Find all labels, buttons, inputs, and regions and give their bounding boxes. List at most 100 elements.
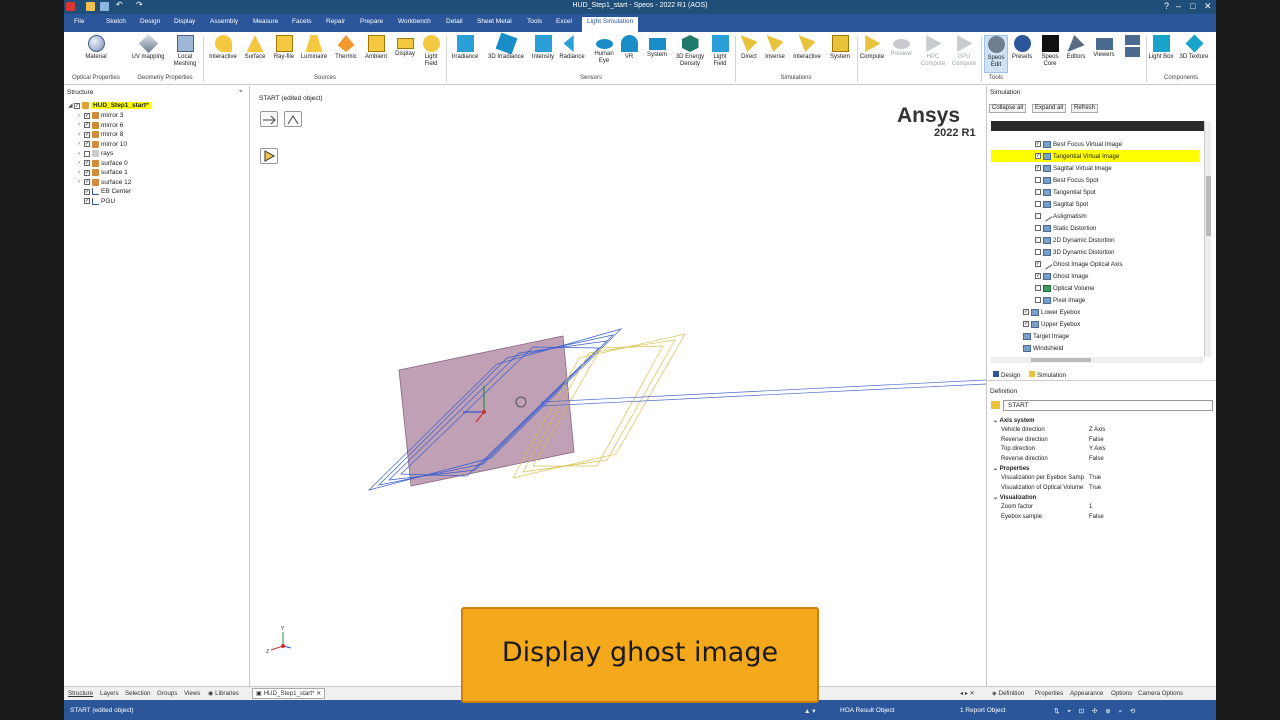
sim-item-selected[interactable]: ✓ Tangential Virtual Image (991, 150, 1199, 162)
menu-excel[interactable]: Excel (556, 18, 572, 25)
direct-simulation-button[interactable]: Direct (738, 35, 760, 61)
property-row[interactable]: Top direction Y Axis (1001, 446, 1211, 456)
system-simulation-button[interactable]: System (826, 35, 854, 61)
tree-item[interactable]: ✓ PGU (84, 197, 115, 206)
editors-button[interactable]: Editors (1064, 35, 1088, 61)
tab-scroll-arrows[interactable]: ◂ ▸ ✕ (960, 690, 975, 697)
checkbox[interactable] (1035, 201, 1041, 207)
hpc-compute-button[interactable]: HPC Compute (919, 35, 947, 67)
property-row[interactable]: Reverse direction False (1001, 437, 1211, 447)
sim-item[interactable]: Pixel Image (991, 294, 1199, 306)
checkbox[interactable]: ✓ (1035, 141, 1041, 147)
radiance-button[interactable]: Radiance (558, 35, 586, 61)
checkbox[interactable]: ✓ (1035, 273, 1041, 279)
tab-design[interactable]: Design (993, 371, 1020, 379)
ray-file-button[interactable]: Ray-file (270, 35, 298, 61)
presets-button[interactable]: Presets (1010, 35, 1034, 61)
checkbox[interactable]: ✓ (84, 188, 90, 195)
tree-item[interactable]: › ✓ mirror 6 (78, 121, 123, 130)
property-value[interactable]: False (1089, 437, 1104, 443)
checkbox[interactable]: ✓ (1035, 165, 1041, 171)
simulation-tree-scrollbar[interactable] (1204, 121, 1211, 357)
close-icon[interactable]: ✕ (1204, 1, 1212, 12)
checkbox[interactable]: ✓ (1035, 153, 1041, 159)
menu-display[interactable]: Display (174, 18, 195, 25)
menu-design[interactable]: Design (140, 18, 160, 25)
sim-item[interactable]: ✓ Lower Eyebox (991, 306, 1199, 318)
preview-button[interactable]: Preview (888, 35, 914, 58)
checkbox[interactable]: ✓ (84, 122, 90, 128)
checkbox[interactable] (1035, 189, 1041, 195)
sim-item[interactable]: 2D Dynamic Distortion (991, 234, 1199, 246)
tab-camera-options[interactable]: Camera Options (1138, 690, 1183, 697)
light-field-source-button[interactable]: Light Field (419, 35, 443, 67)
tree-item[interactable]: › rays (78, 149, 113, 158)
property-row[interactable]: Visualization of Optical Volume True (1001, 485, 1211, 495)
menu-prepare[interactable]: Prepare (360, 18, 383, 25)
category-visualization[interactable]: ⌄ Visualization (993, 494, 1036, 501)
speos-core-button[interactable]: Speos Core (1038, 35, 1062, 67)
property-row[interactable]: Eyebox sample False (1001, 514, 1211, 524)
luminaire-button[interactable]: Luminaire (298, 35, 330, 61)
tab-libraries[interactable]: ◉ Libraries (208, 690, 239, 697)
property-value[interactable]: Y Axis (1089, 446, 1106, 452)
property-value[interactable]: False (1089, 514, 1104, 520)
compute-button[interactable]: Compute (859, 35, 885, 61)
checkbox[interactable] (1035, 249, 1041, 255)
view-tools-icons[interactable]: ⇅ ⌖ ⊡ ✣ ⊕ ⌕ ⟲ (1054, 707, 1138, 716)
ambient-button[interactable]: Ambient (362, 35, 390, 61)
sim-item[interactable]: Astigmatism (991, 210, 1199, 222)
tab-layers[interactable]: Layers (100, 690, 119, 697)
category-properties[interactable]: ⌄ Properties (993, 465, 1029, 472)
property-row[interactable]: Reverse direction False (1001, 456, 1211, 466)
sim-item[interactable]: ✓ Upper Eyebox (991, 318, 1199, 330)
menu-detail[interactable]: Detail (446, 18, 463, 25)
property-row[interactable]: Vehicle direction Z Axis (1001, 427, 1211, 437)
checkbox[interactable]: ✓ (84, 179, 90, 185)
tab-properties[interactable]: Properties (1035, 690, 1063, 697)
property-value[interactable]: True (1089, 485, 1101, 491)
checkbox[interactable] (1035, 225, 1041, 231)
3d-viewport[interactable]: START (edited object) Ansys 2022 R1 Y Z (251, 86, 986, 686)
minimize-icon[interactable]: – (1176, 1, 1181, 11)
definition-name-field[interactable]: START (1003, 400, 1213, 411)
3d-texture-button[interactable]: 3D Texture (1176, 34, 1212, 61)
tree-item-root[interactable]: ◢ ✓ HUD_Step1_start* (68, 101, 151, 110)
uv-mapping-button[interactable]: UV mapping (128, 33, 168, 61)
tree-item[interactable]: › ✓ surface 1 (78, 168, 128, 177)
in-out-button[interactable] (1122, 35, 1142, 59)
hscrollbar-thumb[interactable] (1031, 358, 1091, 362)
checkbox[interactable]: ✓ (74, 102, 80, 109)
tab-appearance[interactable]: Appearance (1070, 690, 1103, 697)
category-axis-system[interactable]: ⌄ Axis system (993, 417, 1035, 424)
checkbox[interactable] (1035, 297, 1041, 303)
interactive-simulation-button[interactable]: Interactive (790, 35, 824, 61)
pin-icon[interactable]: ⌖ (239, 88, 243, 96)
menu-tools[interactable]: Tools (527, 18, 542, 25)
checkbox[interactable] (1035, 177, 1041, 183)
sim-item[interactable]: Static Distortion (991, 222, 1199, 234)
checkbox[interactable]: ✓ (1023, 321, 1029, 327)
checkbox[interactable] (84, 150, 90, 157)
menu-facets[interactable]: Facets (292, 18, 312, 25)
property-value[interactable]: Z Axis (1089, 427, 1105, 433)
expand-all-button[interactable]: Expand all (1032, 104, 1067, 113)
tree-item[interactable]: ✓ EB Center (84, 187, 131, 196)
property-value[interactable]: 1 (1089, 504, 1092, 510)
light-box-button[interactable]: Light Box (1148, 35, 1174, 61)
tab-views[interactable]: Views (184, 690, 200, 697)
checkbox[interactable]: ✓ (84, 169, 90, 176)
menu-sketch[interactable]: Sketch (106, 18, 126, 25)
checkbox[interactable]: ✓ (84, 131, 90, 138)
tab-options[interactable]: Options (1111, 690, 1132, 697)
sim-item[interactable]: ✓ Sagittal Virtual Image (991, 162, 1199, 174)
document-tab[interactable]: ▣ HUD_Step1_start* ✕ (252, 688, 326, 699)
checkbox[interactable]: ✓ (1023, 309, 1029, 315)
menu-repair[interactable]: Repair (326, 18, 345, 25)
simulation-hscrollbar[interactable] (991, 357, 1203, 363)
maximize-icon[interactable]: □ (1190, 1, 1195, 11)
checkbox[interactable] (1035, 237, 1041, 243)
checkbox[interactable] (1035, 285, 1041, 291)
sim-item[interactable]: ✓ Ghost Image Optical Axis (991, 258, 1199, 270)
irradiance-button[interactable]: Irradiance (449, 35, 481, 61)
